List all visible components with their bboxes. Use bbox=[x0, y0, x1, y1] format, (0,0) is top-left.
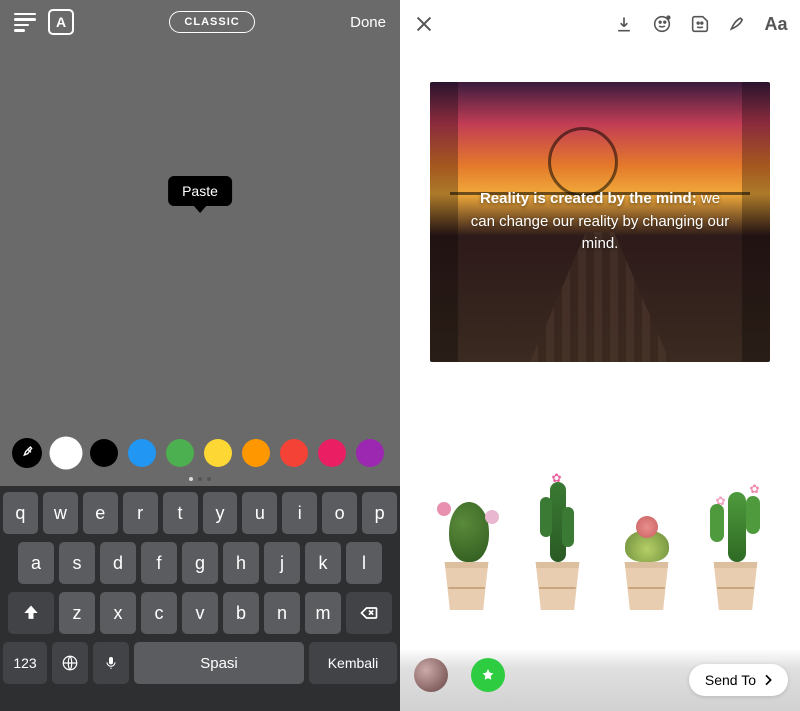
letter-key[interactable]: l bbox=[346, 542, 382, 584]
color-swatch[interactable] bbox=[204, 439, 232, 467]
story-background-art: ✿ ✿ bbox=[420, 440, 780, 610]
letter-key[interactable]: d bbox=[100, 542, 136, 584]
ferris-wheel-illustration bbox=[548, 127, 618, 197]
preview-bottom-bar: Your Story Close Friends Send To bbox=[400, 649, 800, 711]
letter-key[interactable]: j bbox=[264, 542, 300, 584]
letter-key[interactable]: f bbox=[141, 542, 177, 584]
letter-key[interactable]: u bbox=[242, 492, 277, 534]
letter-key[interactable]: v bbox=[182, 592, 218, 634]
send-to-button[interactable]: Send To bbox=[689, 664, 788, 696]
succulent-plant bbox=[621, 520, 673, 610]
letter-key[interactable]: p bbox=[362, 492, 397, 534]
letter-key[interactable]: b bbox=[223, 592, 259, 634]
software-keyboard: qwertyuiop asdfghjkl zxcvbnm 123 bbox=[0, 486, 400, 711]
cactus-plant: ✿ bbox=[532, 477, 584, 610]
font-picker-button[interactable]: A bbox=[48, 9, 74, 35]
color-page-indicator bbox=[189, 477, 211, 481]
download-icon[interactable] bbox=[612, 12, 636, 36]
letter-key[interactable]: y bbox=[203, 492, 238, 534]
quote-bold-part: Reality is created by the mind; bbox=[480, 190, 697, 207]
cactus-plant bbox=[439, 492, 495, 610]
color-swatch[interactable] bbox=[128, 439, 156, 467]
effects-icon[interactable] bbox=[650, 12, 674, 36]
color-picker-row bbox=[0, 430, 400, 476]
letter-key[interactable]: t bbox=[163, 492, 198, 534]
close-friends-target[interactable]: Close Friends bbox=[463, 658, 512, 703]
letter-key[interactable]: z bbox=[59, 592, 95, 634]
draw-icon[interactable] bbox=[726, 12, 750, 36]
backspace-key[interactable] bbox=[346, 592, 392, 634]
letter-key[interactable]: m bbox=[305, 592, 341, 634]
color-swatch[interactable] bbox=[318, 439, 346, 467]
text-align-button[interactable] bbox=[14, 11, 36, 33]
space-key[interactable]: Spasi bbox=[134, 642, 304, 684]
cactus-plant: ✿ bbox=[710, 482, 762, 610]
your-story-target[interactable]: Your Story bbox=[412, 658, 449, 703]
shift-key[interactable] bbox=[8, 592, 54, 634]
done-button[interactable]: Done bbox=[350, 14, 386, 31]
story-text-editor-screen: A CLASSIC Done Paste qwertyuiop asdfghjk… bbox=[0, 0, 400, 711]
star-icon bbox=[471, 658, 505, 692]
paste-tooltip[interactable]: Paste bbox=[168, 176, 232, 206]
avatar-icon bbox=[414, 658, 448, 692]
font-style-selector[interactable]: CLASSIC bbox=[169, 11, 254, 33]
letter-key[interactable]: c bbox=[141, 592, 177, 634]
numeric-key[interactable]: 123 bbox=[3, 642, 47, 684]
letter-key[interactable]: x bbox=[100, 592, 136, 634]
letter-key[interactable]: s bbox=[59, 542, 95, 584]
editor-top-left-group: A bbox=[14, 9, 74, 35]
text-tool-button[interactable]: Aa bbox=[764, 12, 788, 36]
letter-key[interactable]: k bbox=[305, 542, 341, 584]
close-button[interactable] bbox=[412, 12, 436, 36]
letter-key[interactable]: e bbox=[83, 492, 118, 534]
return-key[interactable]: Kembali bbox=[309, 642, 397, 684]
letter-key[interactable]: h bbox=[223, 542, 259, 584]
chevron-right-icon bbox=[760, 672, 776, 688]
color-swatch[interactable] bbox=[242, 439, 270, 467]
letter-key[interactable]: i bbox=[282, 492, 317, 534]
send-to-label: Send To bbox=[705, 672, 756, 688]
globe-key[interactable] bbox=[52, 642, 88, 684]
letter-key[interactable]: a bbox=[18, 542, 54, 584]
story-pasted-image[interactable]: Reality is created by the mind; we can c… bbox=[430, 82, 770, 362]
color-swatch[interactable] bbox=[52, 439, 80, 467]
eyedropper-button[interactable] bbox=[12, 438, 42, 468]
close-friends-label: Close Friends bbox=[463, 694, 512, 703]
editor-top-bar: A CLASSIC Done bbox=[0, 0, 400, 44]
quote-text: Reality is created by the mind; we can c… bbox=[430, 188, 770, 256]
letter-key[interactable]: w bbox=[43, 492, 78, 534]
your-story-label: Your Story bbox=[412, 694, 449, 703]
color-swatch[interactable] bbox=[166, 439, 194, 467]
stickers-icon[interactable] bbox=[688, 12, 712, 36]
story-preview-screen: Aa Reality is created by the mind; we ca… bbox=[400, 0, 800, 711]
color-swatch[interactable] bbox=[90, 439, 118, 467]
letter-key[interactable]: r bbox=[123, 492, 158, 534]
letter-key[interactable]: g bbox=[182, 542, 218, 584]
color-swatch[interactable] bbox=[356, 439, 384, 467]
dictation-key[interactable] bbox=[93, 642, 129, 684]
letter-key[interactable]: o bbox=[322, 492, 357, 534]
color-swatch[interactable] bbox=[280, 439, 308, 467]
letter-key[interactable]: n bbox=[264, 592, 300, 634]
preview-top-bar: Aa bbox=[400, 0, 800, 48]
letter-key[interactable]: q bbox=[3, 492, 38, 534]
